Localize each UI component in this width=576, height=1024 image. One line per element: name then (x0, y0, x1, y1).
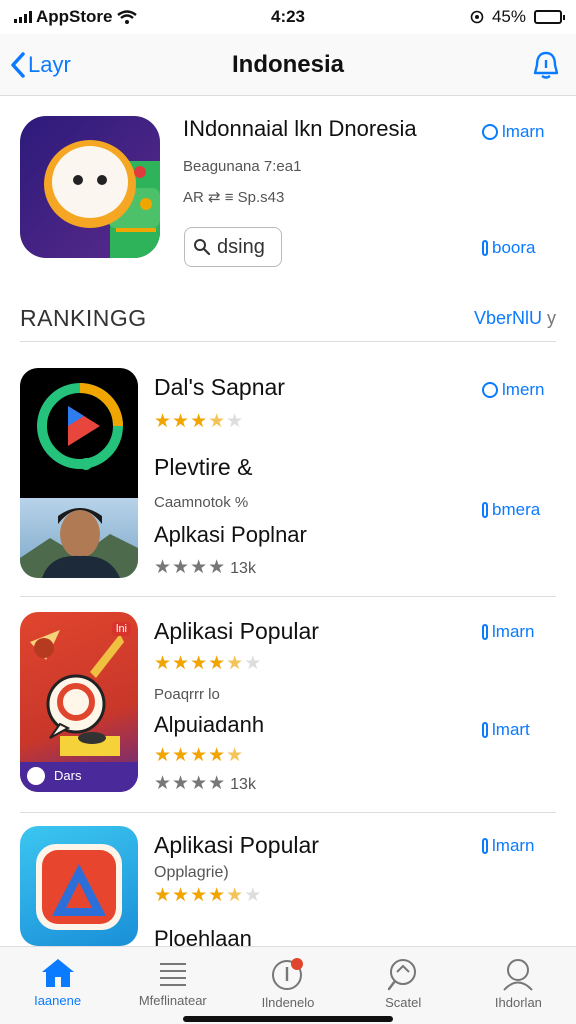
play-icon (37, 383, 123, 470)
tab-search[interactable]: Scatel (346, 947, 461, 1024)
search-icon (388, 959, 417, 991)
app-name[interactable]: Dal's Sapnar (154, 374, 285, 401)
see-all-link[interactable]: VberNlU y (474, 308, 556, 329)
home-icon (41, 959, 74, 987)
featured-app: INdonnaial lkn Dnoresia Beagunana 7:ea1 … (0, 96, 576, 286)
tab-updates[interactable]: Ilndenelo (230, 947, 345, 1024)
open-button[interactable]: lmart (482, 720, 530, 740)
list-item[interactable]: Aplikasi Popular Opplagrie) ★★★★★★ Ploeh… (0, 826, 576, 946)
open-button[interactable]: bmera (482, 500, 540, 520)
divider (20, 596, 556, 597)
get-button-label: lmern (502, 380, 545, 399)
get-button[interactable]: lmern (482, 380, 545, 400)
rating-count: 13k (230, 776, 256, 793)
tab-label: Ilndenelo (261, 995, 315, 1010)
tab-home[interactable]: Iaanene (0, 947, 115, 1024)
bell-icon (533, 51, 559, 79)
list-item[interactable]: Dal's Sapnar ★★★★★ Plevtire & Caamnotok … (0, 368, 576, 596)
bar-icon (482, 722, 488, 738)
search-icon (194, 239, 211, 256)
circle-icon (482, 382, 498, 398)
app-name[interactable]: Aplikasi Popular (154, 618, 319, 645)
featured-action-top-label: lmarn (502, 122, 545, 141)
home-indicator[interactable] (183, 1016, 393, 1022)
star-rating-secondary: ★★★★★ (154, 745, 245, 766)
get-button-label: lmarn (492, 622, 535, 641)
featured-search-label: dsing (217, 235, 265, 258)
rating-count: 13k (230, 560, 256, 577)
battery-icon (534, 10, 565, 24)
see-all-label: VberNlU (473, 308, 542, 328)
section-title: RANKINGG (20, 305, 147, 331)
star-rating: ★★★★★★ (154, 653, 263, 674)
chat-balloon-icon (20, 630, 138, 792)
tab-profile[interactable]: Ihdorlan (461, 947, 576, 1024)
divider (20, 812, 556, 813)
back-label: Layr (28, 51, 71, 77)
bar-icon (482, 624, 488, 640)
featured-app-price: AR ⇄ ≡ Sp.s43 (183, 189, 285, 206)
game-app-icon: Dars lni (20, 612, 138, 792)
bar-icon (482, 240, 488, 256)
star-rating: ★★★★★★ (154, 885, 263, 906)
app-category: Poaqrrr lo (154, 686, 220, 703)
graphics-app-icon (20, 826, 138, 946)
monster-icon (44, 140, 160, 258)
icon-badge-label: Dars (54, 768, 82, 783)
profile-photo-app-icon (20, 498, 138, 578)
notification-button[interactable] (526, 45, 566, 85)
list-item[interactable]: Dars lni Aplikasi Popular ★★★★★★ Poaqrrr… (0, 612, 576, 812)
app-category: Opplagrie) (154, 864, 229, 881)
featured-app-subtitle: Beagunana 7:ea1 (183, 158, 302, 175)
tab-label: Iaanene (34, 993, 82, 1008)
chevron-left-icon (11, 51, 25, 78)
navigation-bar: Layr Indonesia (0, 34, 576, 96)
tab-bar: Iaanene Mfeflinatear Ilndenelo Scatel Ih… (0, 946, 576, 1024)
tab-label: Scatel (385, 995, 422, 1010)
app-subtitle: Plevtire & (154, 454, 253, 480)
app-name[interactable]: Aplikasi Popular (154, 832, 319, 859)
video-player-app-icon (20, 368, 138, 498)
featured-search-button[interactable]: dsing (184, 227, 282, 267)
featured-app-title[interactable]: INdonnaial lkn Dnoresia (183, 116, 417, 142)
back-button[interactable]: Layr (10, 51, 71, 79)
bar-icon (482, 838, 488, 854)
star-rating: ★★★★★ (154, 411, 245, 432)
featured-action-bottom-button[interactable]: boora (482, 238, 535, 258)
tab-label: Mfeflinatear (138, 993, 207, 1008)
list-icon (159, 963, 186, 986)
status-time: 4:23 (270, 7, 306, 26)
triangle-logo-icon (36, 844, 122, 930)
chevron-down-icon: y (547, 308, 556, 328)
featured-action-top-button[interactable]: lmarn (482, 122, 545, 142)
open-button-label: lmart (492, 720, 530, 739)
tab-label: Ihdorlan (494, 995, 542, 1010)
person-icon (503, 959, 534, 991)
featured-app-icon[interactable] (20, 116, 160, 258)
person-photo-icon (20, 508, 138, 578)
circle-icon (482, 124, 498, 140)
tab-list[interactable]: Mfeflinatear (115, 947, 230, 1024)
bar-icon (482, 502, 488, 518)
status-bar: AppStore 4:23 45% (0, 0, 576, 34)
star-rating-tertiary: ★★★★ 13k (154, 773, 256, 794)
get-button-label: lmarn (492, 836, 535, 855)
star-rating-secondary: ★★★★ 13k (154, 557, 256, 578)
icon-tag-label: lni (112, 622, 132, 636)
get-button[interactable]: lmarn (482, 836, 535, 856)
featured-action-bottom-label: boora (492, 238, 536, 257)
updates-icon (272, 958, 303, 990)
page-title: Indonesia (231, 50, 345, 78)
get-button[interactable]: lmarn (482, 622, 535, 642)
open-button-label: bmera (492, 500, 541, 519)
ranking-section-header: RANKINGG VberNlU y (20, 302, 556, 342)
app-name-secondary[interactable]: Alpuiadanh (154, 712, 264, 738)
app-category: Caamnotok % (154, 494, 249, 511)
app-name-secondary[interactable]: Ploehlaan (154, 926, 252, 946)
app-name-secondary[interactable]: Aplkasi Poplnar (154, 522, 307, 548)
